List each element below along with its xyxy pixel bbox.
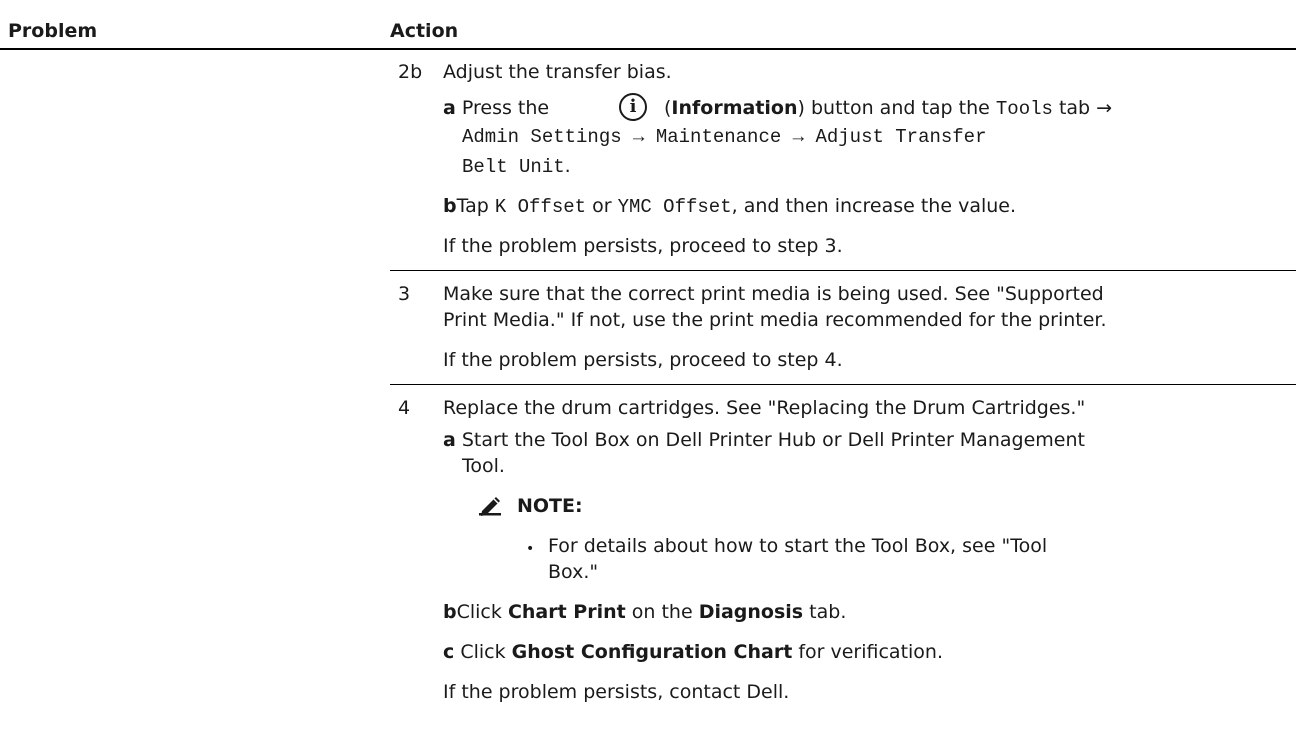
header-rule [0,48,1296,50]
persist-text: If the problem persists, proceed to step… [443,235,843,257]
persist-text: If the problem persists, contact Dell. [443,681,790,703]
substep-a-line2: Admin Settings → Maintenance → Adjust Tr… [462,126,987,148]
step-title: Adjust the transfer bias. [443,61,672,83]
step4-substep-c: c Click Ghost Configuration Chart for ve… [443,641,944,663]
step3-line2: Print Media." If not, use the print medi… [443,309,1107,331]
header-problem: Problem [8,20,98,42]
row-divider [390,384,1296,385]
row-divider [390,270,1296,271]
step-number: 2b [398,61,423,83]
step4-substep-a-line1: a Start the Tool Box on Dell Printer Hub… [443,429,1085,451]
substep-a-line1-cont: (Information) button and tap the Tools t… [664,97,1113,120]
step4-substep-a-line2: Tool. [462,455,505,477]
step4-title: Replace the drum cartridges. See "Replac… [443,397,1086,419]
substep-a-line1: a Press the [443,97,550,119]
note-text-line1: For details about how to start the Tool … [548,535,1048,557]
note-text-line2: Box." [548,561,599,583]
step-number: 4 [398,397,411,419]
information-icon: i [619,93,647,121]
step-number: 3 [398,283,411,305]
substep-a-line3: Belt Unit. [462,155,571,178]
step3-line1: Make sure that the correct print media i… [443,283,1104,305]
substep-b: bTap K Offset or YMC Offset, and then in… [443,195,1017,218]
header-action: Action [390,20,459,42]
pencil-note-icon [479,497,501,516]
persist-text: If the problem persists, proceed to step… [443,349,843,371]
note-bullet: • [526,541,535,557]
note-label: NOTE: [517,495,583,517]
step4-substep-b: bClick Chart Print on the Diagnosis tab. [443,601,847,623]
